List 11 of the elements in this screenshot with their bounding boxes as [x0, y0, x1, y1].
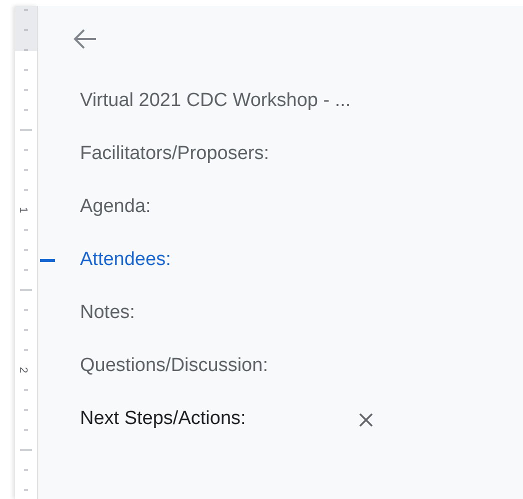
outline-item[interactable]: Next Steps/Actions: [80, 393, 523, 446]
ruler-margin [15, 6, 37, 51]
outline-item[interactable]: Questions/Discussion: [80, 340, 523, 393]
ruler-number: 2 [17, 366, 30, 374]
outline-item[interactable]: Notes: [80, 287, 523, 340]
outline-item[interactable]: Agenda: [80, 181, 523, 234]
outline-item[interactable]: Facilitators/Proposers: [80, 128, 523, 181]
ruler-number: 1 [17, 206, 30, 214]
outline-item[interactable]: Attendees: [80, 234, 523, 287]
outline-item[interactable]: Virtual 2021 CDC Workshop - ... [80, 75, 523, 128]
active-marker [40, 259, 55, 262]
